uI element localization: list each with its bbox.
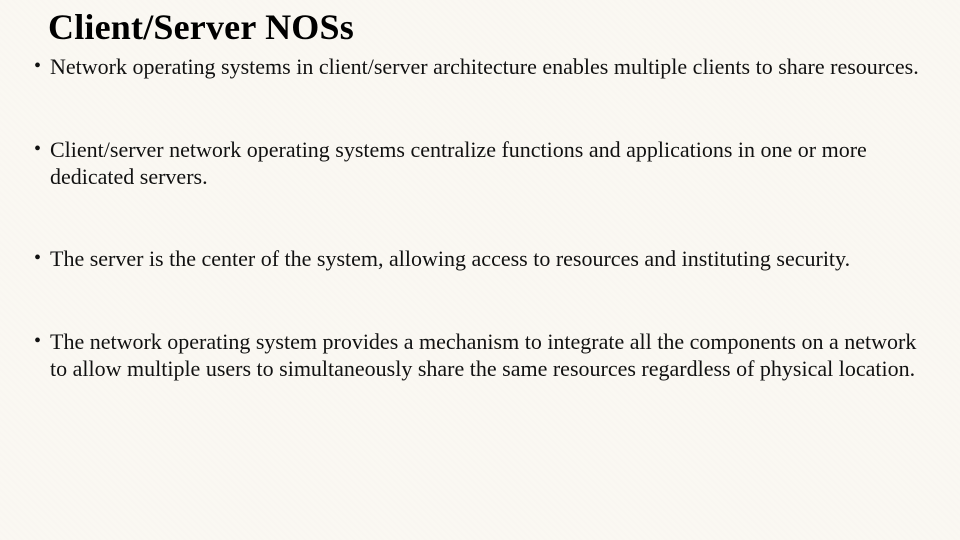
bullet-text: Network operating systems in client/serv…	[50, 54, 919, 79]
list-item: Client/server network operating systems …	[38, 137, 930, 191]
bullet-text: Client/server network operating systems …	[50, 137, 867, 189]
slide-container: Client/Server NOSs Network operating sys…	[0, 0, 960, 540]
list-item: The server is the center of the system, …	[38, 246, 930, 273]
list-item: Network operating systems in client/serv…	[38, 54, 930, 81]
bullet-text: The network operating system provides a …	[50, 329, 916, 381]
bullet-text: The server is the center of the system, …	[50, 246, 850, 271]
bullet-list: Network operating systems in client/serv…	[20, 54, 940, 383]
slide-title: Client/Server NOSs	[48, 6, 940, 48]
list-item: The network operating system provides a …	[38, 329, 930, 383]
